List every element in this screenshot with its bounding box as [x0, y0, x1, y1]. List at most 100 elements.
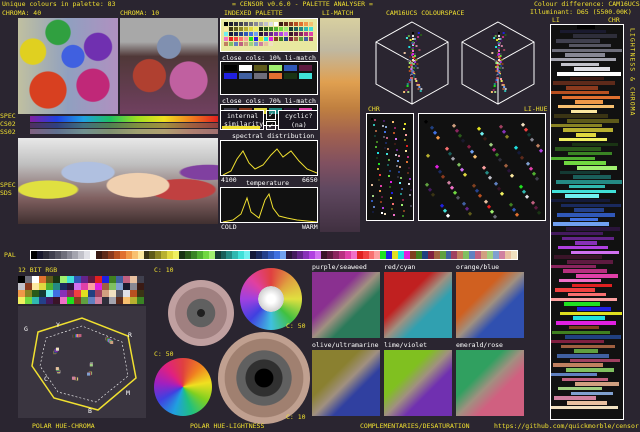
chr-bar — [587, 227, 620, 231]
indexed-swatch[interactable] — [243, 31, 248, 36]
indexed-swatch[interactable] — [308, 31, 313, 36]
indexed-swatch[interactable] — [293, 26, 298, 31]
palette-swatch[interactable] — [510, 251, 517, 259]
indexed-swatch[interactable] — [268, 21, 273, 26]
indexed-swatch[interactable] — [278, 26, 283, 31]
indexed-swatch[interactable] — [273, 31, 278, 36]
indexed-swatch[interactable] — [283, 36, 288, 41]
indexed-swatch[interactable] — [268, 26, 273, 31]
li-bar — [562, 377, 587, 381]
bit-cell — [123, 276, 130, 283]
indexed-swatch[interactable] — [298, 31, 303, 36]
indexed-swatch[interactable] — [258, 21, 263, 26]
indexed-swatch[interactable] — [298, 36, 303, 41]
indexed-swatch[interactable] — [228, 31, 233, 36]
indexed-swatch[interactable] — [298, 21, 303, 26]
indexed-swatch[interactable] — [263, 41, 268, 46]
indexed-swatch[interactable] — [273, 36, 278, 41]
indexed-swatch[interactable] — [288, 21, 293, 26]
indexed-swatch[interactable] — [233, 21, 238, 26]
lihue-point — [440, 174, 446, 179]
indexed-swatch[interactable] — [248, 31, 253, 36]
indexed-swatch[interactable] — [253, 31, 258, 36]
lihue-point — [434, 164, 440, 169]
palette-strip[interactable] — [30, 250, 518, 260]
indexed-swatch[interactable] — [233, 41, 238, 46]
indexed-swatch[interactable] — [223, 21, 228, 26]
indexed-swatch[interactable] — [238, 21, 243, 26]
indexed-swatch[interactable] — [238, 31, 243, 36]
indexed-swatch[interactable] — [293, 31, 298, 36]
indexed-swatch[interactable] — [268, 41, 273, 46]
indexed-swatch[interactable] — [258, 41, 263, 46]
indexed-swatch[interactable] — [228, 36, 233, 41]
indexed-swatch[interactable] — [298, 26, 303, 31]
indexed-swatch[interactable] — [308, 36, 313, 41]
indexed-swatch[interactable] — [303, 31, 308, 36]
indexed-swatch[interactable] — [278, 21, 283, 26]
indexed-swatch[interactable] — [223, 26, 228, 31]
github-url[interactable]: https://github.com/quickmorble/censor — [494, 423, 639, 430]
indexed-swatch[interactable] — [263, 26, 268, 31]
indexed-swatch[interactable] — [283, 26, 288, 31]
indexed-swatch[interactable] — [248, 26, 253, 31]
cam16-point — [500, 78, 503, 80]
indexed-swatch[interactable] — [288, 31, 293, 36]
indexed-swatch[interactable] — [308, 21, 313, 26]
indexed-swatch[interactable] — [238, 26, 243, 31]
indexed-swatch[interactable] — [248, 36, 253, 41]
chr-point — [381, 212, 383, 214]
indexed-swatch[interactable] — [248, 41, 253, 46]
indexed-swatch[interactable] — [278, 36, 283, 41]
indexed-swatch[interactable] — [303, 21, 308, 26]
indexed-swatch[interactable] — [268, 31, 273, 36]
indexed-swatch[interactable] — [243, 26, 248, 31]
indexed-swatch[interactable] — [258, 26, 263, 31]
indexed-swatch[interactable] — [278, 31, 283, 36]
indexed-swatch[interactable] — [263, 21, 268, 26]
indexed-swatch[interactable] — [223, 41, 228, 46]
similarity-check-icon[interactable]: ✓ — [266, 110, 276, 120]
indexed-swatch[interactable] — [253, 41, 258, 46]
indexed-swatch[interactable] — [263, 31, 268, 36]
indexed-swatch[interactable] — [263, 36, 268, 41]
indexed-swatch[interactable] — [273, 21, 278, 26]
indexed-swatch[interactable] — [233, 26, 238, 31]
indexed-swatch[interactable] — [288, 36, 293, 41]
indexed-swatch[interactable] — [233, 31, 238, 36]
indexed-swatch[interactable] — [268, 36, 273, 41]
indexed-swatch[interactable] — [248, 21, 253, 26]
indexed-swatch[interactable] — [283, 21, 288, 26]
indexed-swatch[interactable] — [228, 41, 233, 46]
indexed-swatch[interactable] — [273, 26, 278, 31]
indexed-swatch[interactable] — [293, 21, 298, 26]
indexed-swatch[interactable] — [253, 36, 258, 41]
indexed-swatch[interactable] — [243, 41, 248, 46]
indexed-swatch[interactable] — [238, 41, 243, 46]
indexed-swatch[interactable] — [223, 31, 228, 36]
indexed-swatch[interactable] — [303, 26, 308, 31]
indexed-swatch[interactable] — [228, 21, 233, 26]
indexed-swatch[interactable] — [228, 26, 233, 31]
indexed-swatch[interactable] — [223, 36, 228, 41]
indexed-swatch[interactable] — [243, 21, 248, 26]
indexed-swatch[interactable] — [308, 26, 313, 31]
indexed-swatch[interactable] — [243, 36, 248, 41]
indexed-swatch[interactable] — [258, 36, 263, 41]
indexed-swatch[interactable] — [303, 36, 308, 41]
bit-cell — [81, 297, 88, 304]
indexed-swatch[interactable] — [283, 31, 288, 36]
indexed-palette[interactable] — [220, 18, 318, 52]
indexed-swatch[interactable] — [253, 21, 258, 26]
indexed-swatch[interactable] — [258, 31, 263, 36]
indexed-swatch[interactable] — [288, 26, 293, 31]
cyclic-check-icon[interactable]: ✓ — [266, 121, 276, 130]
bit-cell — [81, 290, 88, 297]
indexed-swatch[interactable] — [233, 36, 238, 41]
li-bar — [552, 189, 587, 193]
bit-cell — [53, 276, 60, 283]
indexed-swatch[interactable] — [238, 36, 243, 41]
indexed-swatch[interactable] — [253, 26, 258, 31]
indexed-swatch[interactable] — [293, 36, 298, 41]
li-bar-row — [551, 156, 623, 161]
